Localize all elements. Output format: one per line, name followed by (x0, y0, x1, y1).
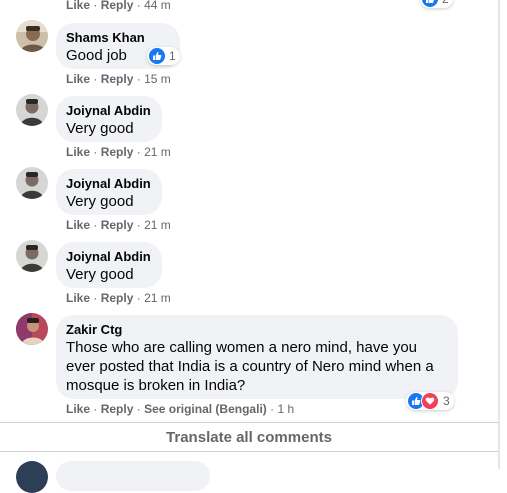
comment-bubble: Joiynal Abdin Very good (56, 242, 162, 288)
reaction-count-badge[interactable]: 1 (147, 47, 180, 65)
comment-bubble: Zakir Ctg Those who are calling women a … (56, 315, 458, 399)
comment-actions: Like · Reply · See original (Bengali) · … (66, 402, 295, 416)
comment-actions: Like · Reply · 21 m (66, 145, 171, 159)
avatar[interactable] (16, 20, 48, 52)
comment-time[interactable]: 44 m (144, 0, 171, 12)
reply-link[interactable]: Reply (101, 72, 134, 86)
comment-time[interactable]: 21 m (144, 218, 171, 232)
comment-actions: Like · Reply · 15 m (66, 72, 171, 86)
comment-bubble: Joiynal Abdin Very good (56, 96, 162, 142)
reply-link[interactable]: Reply (101, 0, 134, 12)
avatar[interactable] (16, 94, 48, 126)
divider (0, 422, 498, 423)
avatar[interactable] (16, 313, 48, 345)
comment-time[interactable]: 21 m (144, 291, 171, 305)
comment-author[interactable]: Joiynal Abdin (66, 249, 151, 265)
scrollbar[interactable] (498, 0, 500, 469)
comment-text: Those who are calling women a nero mind,… (66, 339, 434, 394)
reaction-count-badge[interactable]: 3 (406, 392, 454, 410)
comment-time[interactable]: 21 m (144, 145, 171, 159)
comment-author[interactable]: Joiynal Abdin (66, 103, 151, 119)
like-link[interactable]: Like (66, 72, 90, 86)
comment-text: Very good (66, 120, 134, 137)
prev-comment-actions: Like · Reply · 44 m (66, 0, 171, 12)
comment-time[interactable]: 1 h (277, 402, 294, 416)
comment-actions: Like · Reply · 21 m (66, 218, 171, 232)
like-link[interactable]: Like (66, 402, 90, 416)
comment-time[interactable]: 15 m (144, 72, 171, 86)
comment-actions: Like · Reply · 21 m (66, 291, 171, 305)
comment-author[interactable]: Joiynal Abdin (66, 176, 151, 192)
see-original-link[interactable]: See original (Bengali) (144, 402, 267, 416)
reply-link[interactable]: Reply (101, 291, 134, 305)
reaction-count: 3 (443, 394, 450, 408)
like-link[interactable]: Like (66, 291, 90, 305)
like-link[interactable]: Like (66, 218, 90, 232)
reply-link[interactable]: Reply (101, 218, 134, 232)
comment-author[interactable]: Zakir Ctg (66, 322, 446, 338)
reply-link[interactable]: Reply (101, 402, 134, 416)
avatar[interactable] (16, 167, 48, 199)
comment-text: Very good (66, 266, 134, 283)
translate-all-comments-button[interactable]: Translate all comments (0, 428, 498, 448)
divider (0, 451, 498, 452)
reaction-count-badge[interactable]: 2 (420, 0, 453, 8)
comment-author[interactable]: Shams Khan (66, 30, 168, 46)
reaction-count: 1 (169, 49, 176, 63)
avatar[interactable] (16, 240, 48, 272)
comment-bubble: Joiynal Abdin Very good (56, 169, 162, 215)
comment-bubble (56, 461, 210, 491)
reply-link[interactable]: Reply (101, 145, 134, 159)
thumbs-up-icon (149, 48, 165, 64)
reaction-count: 2 (442, 0, 449, 6)
comment-text: Very good (66, 193, 134, 210)
avatar[interactable] (16, 461, 48, 493)
heart-icon (421, 392, 439, 410)
like-link[interactable]: Like (66, 145, 90, 159)
thumbs-up-icon (422, 0, 438, 7)
like-link[interactable]: Like (66, 0, 90, 12)
